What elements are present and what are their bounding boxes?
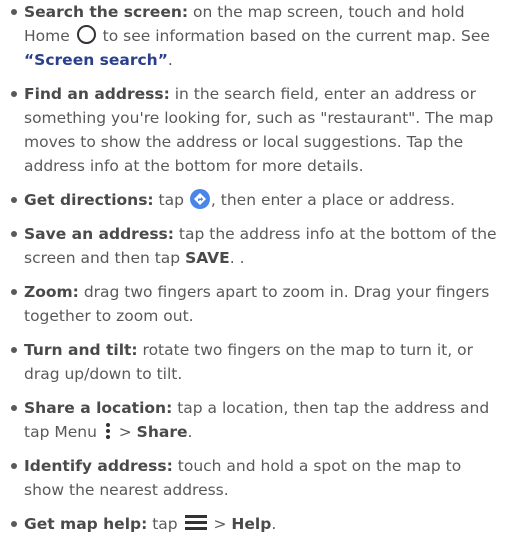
menu-dots-icon	[105, 422, 111, 440]
item-term: Search the screen:	[24, 3, 189, 21]
item-term: Find an address:	[24, 85, 170, 103]
item-text: >	[208, 515, 232, 533]
item-text: tap	[147, 515, 183, 533]
item-text: to see information based on the current …	[97, 27, 490, 45]
list-item-zoom: Zoom: drag two fingers apart to zoom in.…	[10, 280, 499, 328]
list-item-identify-address: Identify address: touch and hold a spot …	[10, 454, 499, 502]
item-text: >	[113, 423, 137, 441]
document: Search the screen: on the map screen, to…	[0, 0, 509, 536]
item-term: Get map help:	[24, 515, 148, 533]
item-text: . .	[229, 249, 245, 267]
item-term: Turn and tilt:	[24, 341, 138, 359]
list-item-save-address: Save an address: tap the address info at…	[10, 222, 499, 270]
item-term: Zoom:	[24, 283, 79, 301]
list-item-get-directions: Get directions: tap , then enter a place…	[10, 188, 499, 212]
list-item-map-help: Get map help: tap > Help.	[10, 512, 499, 536]
item-term: Save an address:	[24, 225, 174, 243]
item-term: Get directions:	[24, 191, 154, 209]
help-label: Help	[231, 515, 272, 533]
home-icon	[76, 25, 96, 44]
item-term: Share a location:	[24, 399, 173, 417]
item-term: Identify address:	[24, 457, 173, 475]
list-item-share-location: Share a location: tap a location, then t…	[10, 396, 499, 444]
share-label: Share	[136, 423, 188, 441]
tips-list: Search the screen: on the map screen, to…	[10, 0, 499, 536]
list-item-find-address: Find an address: in the search field, en…	[10, 82, 499, 178]
item-text: .	[187, 423, 193, 441]
item-text: .	[271, 515, 277, 533]
list-item-turn-tilt: Turn and tilt: rotate two fingers on the…	[10, 338, 499, 386]
item-text: drag two fingers apart to zoom in. Drag …	[24, 283, 490, 325]
save-label: SAVE	[185, 249, 230, 267]
screen-search-link[interactable]: “Screen search”	[24, 51, 168, 69]
list-item-search-screen: Search the screen: on the map screen, to…	[10, 0, 499, 72]
item-text: tap	[153, 191, 189, 209]
directions-icon	[189, 188, 210, 209]
hamburger-menu-icon	[184, 514, 207, 531]
item-text: , then enter a place or address.	[210, 191, 455, 209]
item-text: .	[167, 51, 173, 69]
